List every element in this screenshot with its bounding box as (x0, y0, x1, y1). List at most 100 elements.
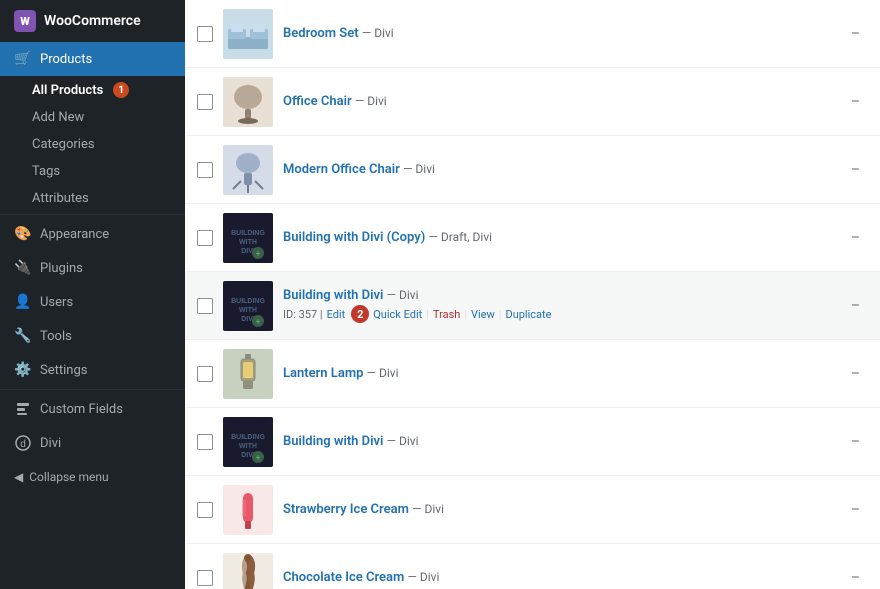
svg-text:BUILDING: BUILDING (231, 434, 265, 441)
table-row: BUILDING WITH DIVI + Building with Divi … (185, 204, 880, 272)
product-dash: – (851, 502, 868, 518)
products-label: Products (40, 52, 92, 67)
product-title[interactable]: Bedroom Set (283, 26, 359, 41)
product-id: ID: 357 | (283, 308, 323, 321)
product-dash: – (851, 26, 868, 42)
view-link[interactable]: View (471, 308, 495, 321)
product-checkbox[interactable] (197, 162, 213, 178)
product-suffix: — Divi (387, 434, 419, 448)
table-row: BUILDING WITH DIVI + Building with Divi … (185, 408, 880, 476)
collapse-menu-button[interactable]: ◀ Collapse menu (0, 460, 185, 494)
product-checkbox[interactable] (197, 94, 213, 110)
product-thumbnail: BUILDING WITH DIVI + (223, 213, 273, 263)
svg-text:d: d (20, 439, 26, 450)
product-title[interactable]: Building with Divi (Copy) (283, 230, 425, 245)
product-checkbox[interactable] (197, 26, 213, 42)
appearance-label: Appearance (40, 227, 109, 242)
svg-text:+: + (256, 317, 261, 326)
settings-icon: ⚙️ (14, 361, 32, 379)
product-suffix: — Divi (355, 94, 387, 108)
product-info: Building with Divi — Divi ID: 357 | Edit… (283, 288, 841, 323)
sidebar-item-settings[interactable]: ⚙️ Settings (0, 353, 185, 387)
divi-label: Divi (40, 436, 61, 451)
product-title[interactable]: Strawberry Ice Cream (283, 502, 409, 517)
product-suffix: — Divi (412, 502, 444, 516)
product-suffix: — Divi (403, 162, 435, 176)
duplicate-link[interactable]: Duplicate (505, 308, 551, 321)
sidebar-item-tools[interactable]: 🔧 Tools (0, 319, 185, 353)
product-checkbox[interactable] (197, 434, 213, 450)
product-checkbox[interactable] (197, 502, 213, 518)
product-suffix: — Divi (367, 366, 399, 380)
product-title[interactable]: Building with Divi (283, 288, 383, 303)
product-thumbnail (223, 9, 273, 59)
svg-text:BUILDING: BUILDING (231, 298, 265, 305)
sidebar-item-tags[interactable]: Tags (0, 158, 185, 185)
product-actions: ID: 357 | Edit 2 Quick Edit | Trash | Vi… (283, 305, 841, 323)
step-badge-2: 2 (351, 305, 369, 323)
product-thumbnail (223, 145, 273, 195)
product-title[interactable]: Building with Divi (283, 434, 383, 449)
sidebar-section-appearance: 🎨 Appearance 🔌 Plugins 👤 Users 🔧 Tools ⚙… (0, 214, 185, 387)
sidebar-item-users[interactable]: 👤 Users (0, 285, 185, 319)
categories-label: Categories (32, 137, 95, 152)
trash-link[interactable]: Trash (433, 308, 460, 321)
svg-text:+: + (256, 453, 261, 462)
tags-label: Tags (32, 164, 60, 179)
product-title[interactable]: Lantern Lamp (283, 366, 363, 381)
table-row: Bedroom Set — Divi – (185, 0, 880, 68)
sidebar-item-divi[interactable]: d Divi (0, 426, 185, 460)
product-thumbnail: BUILDING WITH DIVI + (223, 417, 273, 467)
product-dash: – (851, 162, 868, 178)
product-thumbnail: BUILDING WITH DIVI + (223, 281, 273, 331)
custom-fields-icon (14, 400, 32, 418)
collapse-icon: ◀ (14, 470, 23, 484)
product-checkbox[interactable] (197, 570, 213, 586)
product-dash: – (851, 230, 868, 246)
sidebar-item-attributes[interactable]: Attributes (0, 185, 185, 212)
product-title[interactable]: Modern Office Chair (283, 162, 400, 177)
product-info: Lantern Lamp — Divi (283, 366, 841, 381)
product-thumbnail (223, 349, 273, 399)
product-dash: – (851, 94, 868, 110)
all-products-badge: 1 (113, 82, 129, 98)
sidebar-item-appearance[interactable]: 🎨 Appearance (0, 217, 185, 251)
product-title[interactable]: Chocolate Ice Cream (283, 570, 404, 585)
attributes-label: Attributes (32, 191, 89, 206)
woocommerce-logo[interactable]: W WooCommerce (0, 0, 185, 42)
plugins-icon: 🔌 (14, 259, 32, 277)
woocommerce-label: WooCommerce (44, 13, 141, 29)
sidebar-item-plugins[interactable]: 🔌 Plugins (0, 251, 185, 285)
svg-text:WITH: WITH (239, 443, 257, 450)
sidebar-item-products[interactable]: 🛒 Products (0, 42, 185, 76)
woocommerce-icon: W (14, 10, 36, 32)
plugins-label: Plugins (40, 261, 83, 276)
product-info: Bedroom Set — Divi (283, 26, 841, 41)
edit-link[interactable]: Edit (327, 308, 346, 321)
product-info: Building with Divi (Copy) — Draft, Divi (283, 230, 841, 245)
sidebar-item-categories[interactable]: Categories (0, 131, 185, 158)
product-suffix: — Divi (408, 570, 440, 584)
product-info: Building with Divi — Divi (283, 434, 841, 449)
svg-text:WITH: WITH (239, 307, 257, 314)
product-title[interactable]: Office Chair (283, 94, 352, 109)
product-checkbox[interactable] (197, 230, 213, 246)
add-new-label: Add New (32, 110, 84, 125)
product-suffix: — Divi (362, 26, 394, 40)
product-dash: – (851, 366, 868, 382)
quick-edit-link[interactable]: Quick Edit (373, 308, 422, 321)
product-thumbnail (223, 553, 273, 589)
table-row: Chocolate Ice Cream — Divi – (185, 544, 880, 589)
product-checkbox[interactable] (197, 366, 213, 382)
product-checkbox[interactable] (197, 298, 213, 314)
product-suffix: — Divi (387, 288, 419, 302)
sidebar-item-custom-fields[interactable]: Custom Fields (0, 392, 185, 426)
divi-icon: d (14, 434, 32, 452)
svg-text:WITH: WITH (239, 239, 257, 246)
product-dash: – (851, 570, 868, 586)
sidebar-item-all-products[interactable]: All Products 1 (0, 76, 185, 104)
product-info: Modern Office Chair — Divi (283, 162, 841, 177)
sidebar-item-add-new[interactable]: Add New (0, 104, 185, 131)
product-list: Bedroom Set — Divi – Office Chair — Divi… (185, 0, 880, 589)
svg-text:+: + (256, 249, 261, 258)
